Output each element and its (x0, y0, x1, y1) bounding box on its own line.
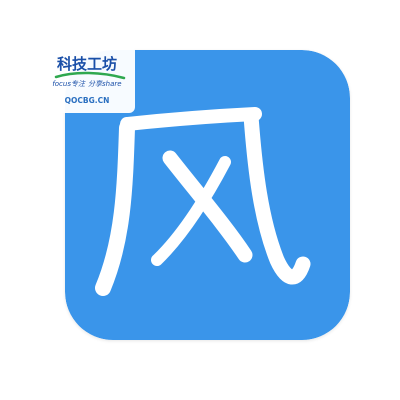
watermark-title: 科技工坊 (57, 55, 117, 73)
watermark-tagline-left: focus专注 (52, 80, 86, 88)
watermark-url: QOCBG.CN (65, 96, 110, 105)
watermark-graphic: 科技工坊 focus专注 分享share QOCBG.CN (52, 55, 126, 105)
watermark-tagline-right: 分享share (88, 80, 122, 88)
watermark-logo: 科技工坊 focus专注 分享share QOCBG.CN (40, 45, 135, 113)
swoosh-icon (54, 71, 126, 80)
